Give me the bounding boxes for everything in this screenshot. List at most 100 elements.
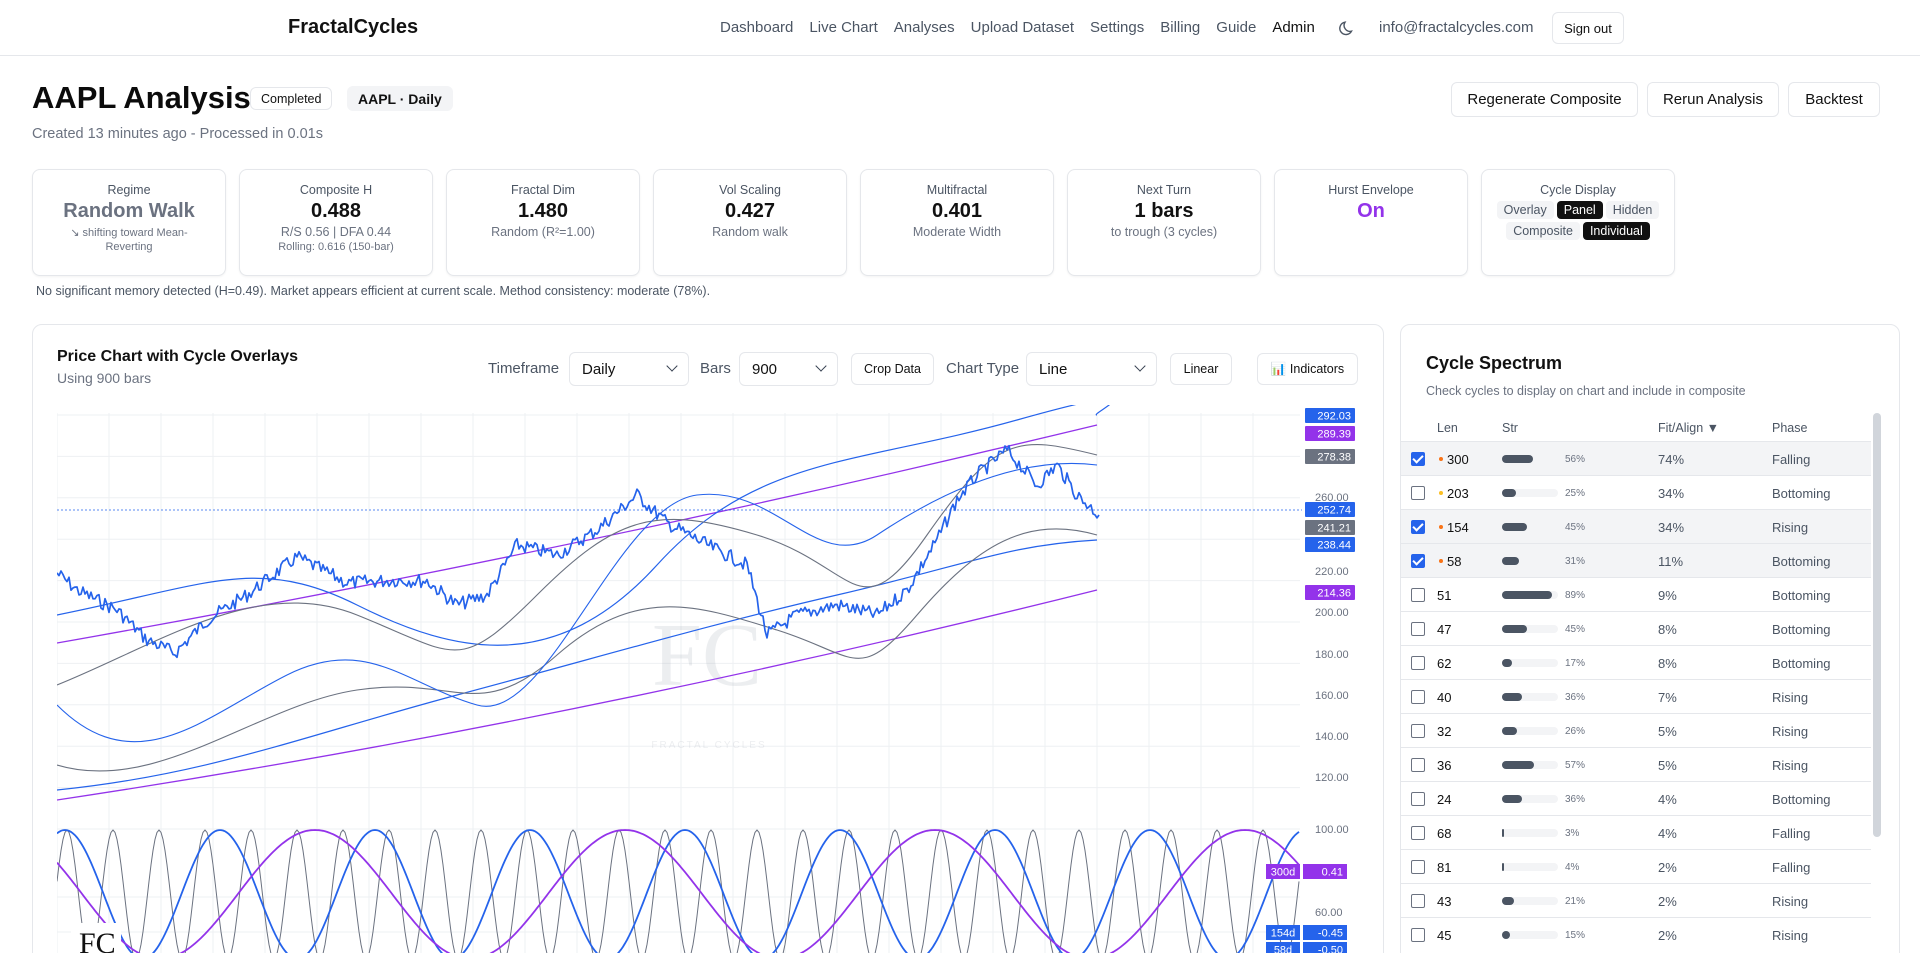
- spectrum-row[interactable]: 45 15% 2% Rising: [1401, 917, 1871, 951]
- strength-percent: 25%: [1565, 488, 1586, 499]
- nav-dashboard[interactable]: Dashboard: [720, 19, 793, 36]
- spectrum-row[interactable]: 32 26% 5% Rising: [1401, 713, 1871, 747]
- cycle-length: 68: [1437, 826, 1452, 841]
- cycle-checkbox[interactable]: [1411, 486, 1425, 500]
- spectrum-row[interactable]: 47 45% 8% Bottoming: [1401, 611, 1871, 645]
- y-tick-label: 200.00: [1315, 607, 1349, 619]
- card-label: Composite H: [299, 183, 373, 197]
- spectrum-row[interactable]: 36 57% 5% Rising: [1401, 747, 1871, 781]
- nav-live-chart[interactable]: Live Chart: [809, 19, 877, 36]
- spectrum-row[interactable]: 203 25% 34% Bottoming: [1401, 475, 1871, 509]
- brand-logo[interactable]: FractalCycles: [288, 16, 418, 39]
- spectrum-subtitle: Check cycles to display on chart and inc…: [1426, 384, 1746, 398]
- crop-data-button[interactable]: Crop Data: [851, 353, 934, 385]
- cycle-value: 0.41: [1322, 867, 1343, 879]
- price-chart[interactable]: FC FRACTAL CYCLES 300.00260.00240.00220.…: [57, 405, 1357, 953]
- spectrum-scrollbar[interactable]: [1873, 413, 1881, 837]
- card-sub: ↘ shifting toward Mean-Reverting: [70, 227, 188, 253]
- strength-bar: [1502, 829, 1558, 837]
- cycle-checkbox[interactable]: [1411, 690, 1425, 704]
- price-label: 292.03: [1317, 411, 1351, 423]
- spectrum-row[interactable]: 154 45% 34% Rising: [1401, 509, 1871, 543]
- strength-bar: [1502, 727, 1558, 735]
- spectrum-row[interactable]: 68 3% 4% Falling: [1401, 815, 1871, 849]
- chart-type-label: Chart Type: [946, 360, 1020, 377]
- cycle-checkbox[interactable]: [1411, 554, 1425, 568]
- cycle-value: -0.45: [1318, 928, 1343, 940]
- rerun-analysis-button[interactable]: Rerun Analysis: [1647, 82, 1779, 117]
- cycle-display-panel[interactable]: Panel: [1556, 201, 1603, 219]
- next-turn-card: Next Turn 1 bars to trough (3 cycles): [1067, 169, 1261, 276]
- timeframe-select[interactable]: Daily: [569, 352, 689, 386]
- nav-settings[interactable]: Settings: [1090, 19, 1144, 36]
- col-len[interactable]: Len: [1437, 421, 1458, 435]
- nav-upload-dataset[interactable]: Upload Dataset: [971, 19, 1074, 36]
- spectrum-row[interactable]: 43 21% 2% Rising: [1401, 883, 1871, 917]
- nav-billing[interactable]: Billing: [1160, 19, 1200, 36]
- card-label: Vol Scaling: [719, 183, 781, 197]
- bars-select[interactable]: 900: [739, 352, 838, 386]
- backtest-button[interactable]: Backtest: [1788, 82, 1880, 117]
- cycle-checkbox[interactable]: [1411, 758, 1425, 772]
- regenerate-composite-button[interactable]: Regenerate Composite: [1451, 82, 1638, 117]
- strength-bar: [1502, 931, 1558, 939]
- cycle-panel: [57, 829, 1300, 953]
- spectrum-row[interactable]: 58 31% 11% Bottoming: [1401, 543, 1871, 577]
- timeframe-value: Daily: [582, 360, 616, 378]
- hurst-envelope-toggle[interactable]: On: [1275, 200, 1467, 223]
- cycle-display-overlay[interactable]: Overlay: [1496, 201, 1554, 219]
- cycle-display-hidden[interactable]: Hidden: [1605, 201, 1660, 219]
- phase-value: Rising: [1772, 928, 1809, 943]
- sign-out-button[interactable]: Sign out: [1552, 12, 1624, 44]
- cycle-checkbox[interactable]: [1411, 860, 1425, 874]
- fit-align-value: 34%: [1658, 486, 1685, 501]
- cycle-checkbox[interactable]: [1411, 792, 1425, 806]
- cycle-display-individual[interactable]: Individual: [1582, 222, 1650, 240]
- spectrum-row[interactable]: 81 4% 2% Falling: [1401, 849, 1871, 883]
- cycle-checkbox[interactable]: [1411, 928, 1425, 942]
- fit-align-value: 2%: [1658, 860, 1677, 875]
- watermark-text: FRACTAL CYCLES: [651, 740, 766, 751]
- nav-guide[interactable]: Guide: [1216, 19, 1256, 36]
- cycle-color-dot: [1439, 525, 1443, 529]
- col-phase[interactable]: Phase: [1772, 421, 1807, 435]
- spectrum-row[interactable]: 62 17% 8% Bottoming: [1401, 645, 1871, 679]
- cycle-checkbox[interactable]: [1411, 894, 1425, 908]
- spectrum-row[interactable]: 300 56% 74% Falling: [1401, 441, 1871, 475]
- spectrum-row[interactable]: 40 36% 7% Rising: [1401, 679, 1871, 713]
- chart-subtitle: Using 900 bars: [57, 370, 152, 386]
- col-str[interactable]: Str: [1502, 421, 1518, 435]
- indicators-button[interactable]: 📊 Indicators: [1257, 353, 1358, 385]
- card-value: 0.488: [310, 200, 362, 222]
- chart-type-select[interactable]: Line: [1026, 352, 1157, 386]
- nav-analyses[interactable]: Analyses: [894, 19, 955, 36]
- strength-bar: [1502, 795, 1558, 803]
- hurst-envelopes: [57, 405, 1111, 801]
- scale-toggle-button[interactable]: Linear: [1170, 353, 1232, 385]
- cycle-checkbox[interactable]: [1411, 826, 1425, 840]
- cycle-length: 203: [1447, 486, 1469, 501]
- cycle-checkbox[interactable]: [1411, 622, 1425, 636]
- spectrum-row[interactable]: 51 89% 9% Bottoming: [1401, 577, 1871, 611]
- cycle-length: 47: [1437, 622, 1452, 637]
- cycle-checkbox[interactable]: [1411, 724, 1425, 738]
- cycle-checkbox[interactable]: [1411, 656, 1425, 670]
- price-label: 278.38: [1317, 452, 1351, 464]
- hurst-envelope-card[interactable]: Hurst Envelope On: [1274, 169, 1468, 276]
- cycle-checkbox[interactable]: [1411, 520, 1425, 534]
- page-subtitle: Created 13 minutes ago - Processed in 0.…: [32, 126, 323, 142]
- card-label: Next Turn: [1136, 183, 1192, 197]
- timeframe-label: Timeframe: [488, 360, 560, 377]
- fit-align-value: 8%: [1658, 622, 1677, 637]
- nav-admin[interactable]: Admin: [1272, 19, 1315, 36]
- card-sub: Random walk: [712, 225, 788, 239]
- moon-icon[interactable]: [1338, 18, 1358, 38]
- cycle-checkbox[interactable]: [1411, 452, 1425, 466]
- regime-card: Regime Random Walk ↘ shifting toward Mea…: [32, 169, 226, 276]
- cycle-display-composite[interactable]: Composite: [1506, 222, 1580, 240]
- col-fit-align[interactable]: Fit/Align ▼: [1658, 421, 1719, 435]
- nav-links: Dashboard Live Chart Analyses Upload Dat…: [720, 19, 1315, 36]
- strength-bar: [1502, 693, 1558, 701]
- cycle-checkbox[interactable]: [1411, 588, 1425, 602]
- spectrum-row[interactable]: 24 36% 4% Bottoming: [1401, 781, 1871, 815]
